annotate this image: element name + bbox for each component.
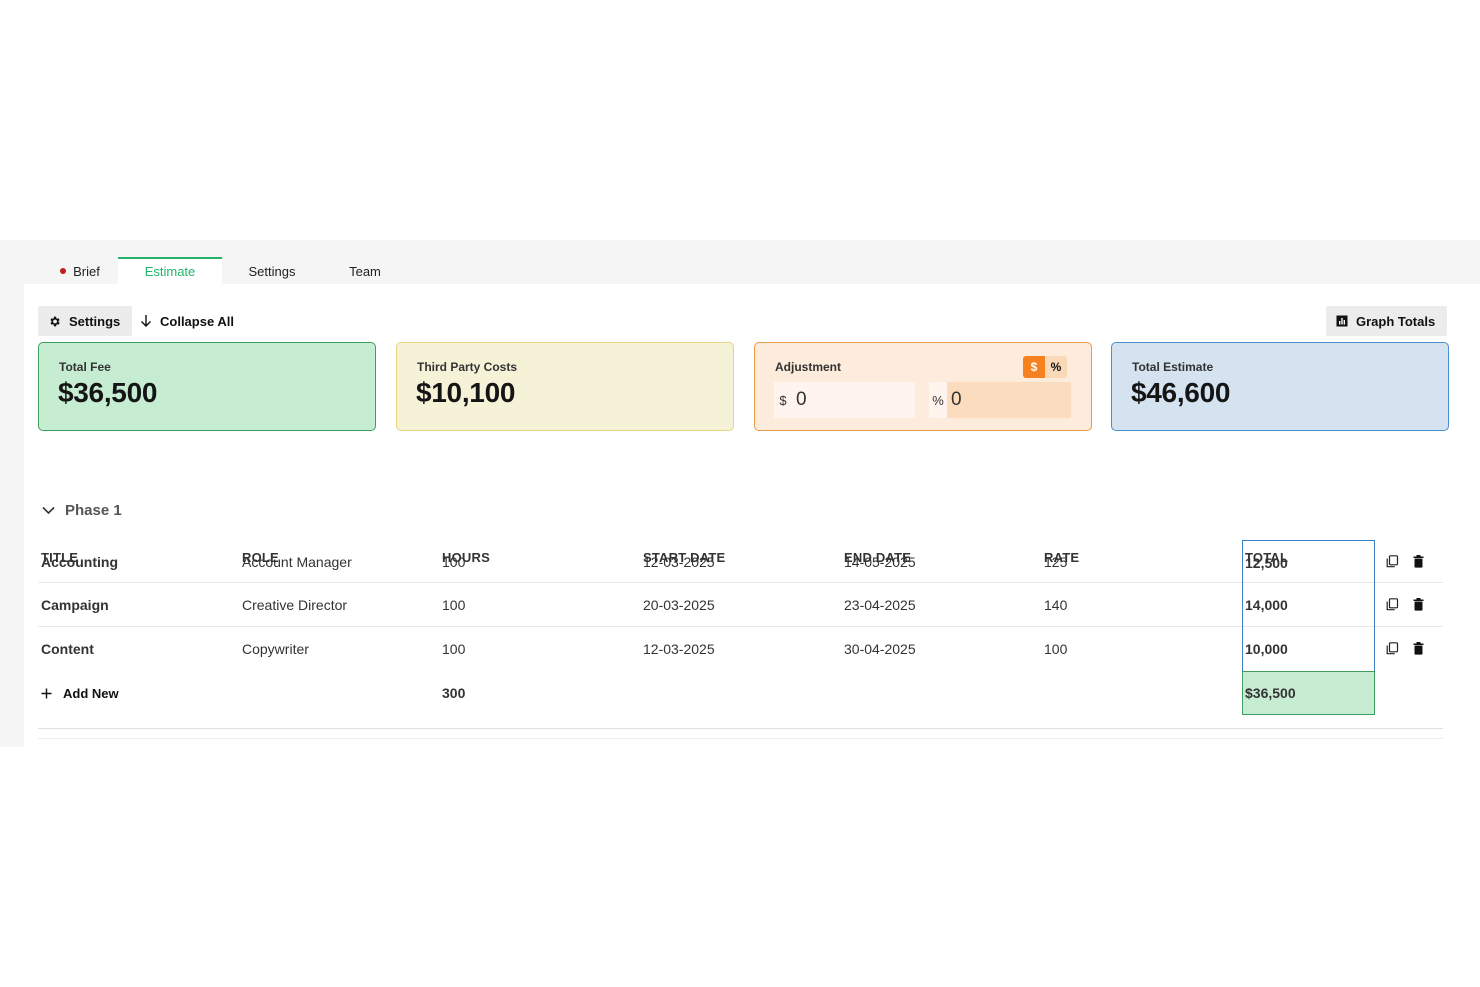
row-end-date[interactable]: 14-05-2025 [844, 540, 916, 584]
row-end-date[interactable]: 30-04-2025 [844, 627, 916, 671]
row-rate[interactable]: 125 [1044, 540, 1067, 584]
total-estimate-label: Total Estimate [1132, 360, 1214, 374]
plus-icon [41, 688, 52, 698]
row-title[interactable]: Content [41, 627, 94, 671]
add-new-button[interactable]: Add New [41, 671, 119, 715]
settings-button-label: Settings [69, 313, 121, 329]
tab-estimate[interactable]: Estimate [118, 257, 222, 284]
table-row[interactable]: Campaign Creative Director 100 20-03-202… [38, 583, 1443, 627]
chart-icon [1336, 315, 1348, 327]
graph-totals-button[interactable]: Graph Totals [1326, 306, 1448, 336]
divider [38, 728, 1443, 729]
row-start-date[interactable]: 12-03-2025 [643, 627, 715, 671]
total-fee-label: Total Fee [59, 360, 111, 374]
tab-brief[interactable]: Brief [50, 258, 110, 284]
total-estimate-value: $46,600 [1131, 377, 1231, 408]
row-title[interactable]: Campaign [41, 583, 109, 627]
duplicate-icon[interactable] [1384, 553, 1400, 569]
tab-bar: Brief Estimate Settings Team [24, 240, 1480, 284]
adjustment-dollar-input[interactable]: 0 [792, 382, 915, 418]
row-rate[interactable]: 100 [1044, 627, 1067, 671]
row-title[interactable]: Accounting [41, 540, 118, 584]
row-start-date[interactable]: 12-03-2025 [643, 540, 715, 584]
tab-settings[interactable]: Settings [236, 258, 308, 284]
gear-icon [50, 316, 60, 326]
tab-settings-label: Settings [248, 263, 296, 279]
status-dot [60, 268, 67, 274]
grand-total: $36,500 [1242, 671, 1375, 715]
dollar-prefix: $ [774, 382, 792, 418]
third-party-card: Third Party Costs $10,100 [396, 342, 734, 431]
table-row[interactable]: Content Copywriter 100 12-03-2025 30-04-… [38, 627, 1443, 671]
trash-icon[interactable] [1410, 640, 1426, 656]
total-fee-card: Total Fee $36,500 [38, 342, 376, 431]
percent-prefix: % [929, 382, 947, 418]
duplicate-icon[interactable] [1384, 640, 1400, 656]
chevron-down-icon [42, 506, 55, 515]
adjustment-label: Adjustment [775, 360, 841, 374]
estimate-app: Brief Estimate Settings Team Settings Co… [0, 240, 1480, 747]
row-total: 10,000 [1242, 627, 1375, 671]
row-role[interactable]: Copywriter [242, 627, 309, 671]
trash-icon[interactable] [1410, 596, 1426, 612]
adjustment-dollar-group: $ 0 [774, 382, 915, 418]
row-hours[interactable]: 100 [442, 540, 465, 584]
row-total: 12,500 [1242, 540, 1375, 584]
row-rate[interactable]: 140 [1044, 583, 1067, 627]
row-role[interactable]: Creative Director [242, 583, 347, 627]
phase-toggle[interactable]: Phase 1 [42, 502, 122, 519]
add-new-label: Add New [63, 685, 119, 701]
graph-totals-label: Graph Totals [1356, 313, 1436, 329]
adjustment-mode-toggle: $ % [1023, 356, 1067, 378]
third-party-value: $10,100 [416, 377, 516, 408]
adjustment-percent-group: % 0 [929, 382, 1071, 418]
adjustment-percent-input[interactable]: 0 [947, 382, 1071, 418]
divider [38, 738, 1443, 739]
row-hours[interactable]: 100 [442, 583, 465, 627]
toggle-percent[interactable]: % [1045, 356, 1067, 378]
row-start-date[interactable]: 20-03-2025 [643, 583, 715, 627]
estimate-panel: Settings Collapse All Graph Totals Total… [24, 284, 1480, 747]
row-hours[interactable]: 100 [442, 627, 465, 671]
phase-title: Phase 1 [65, 502, 122, 519]
collapse-all-label: Collapse All [160, 313, 234, 329]
row-end-date[interactable]: 23-04-2025 [844, 583, 916, 627]
total-fee-value: $36,500 [58, 377, 158, 408]
toggle-dollar[interactable]: $ [1023, 356, 1045, 378]
tab-team-label: Team [349, 263, 381, 279]
adjustment-card: Adjustment $ % $ 0 % 0 [754, 342, 1092, 431]
settings-button[interactable]: Settings [38, 306, 133, 336]
arrow-down-icon [141, 315, 151, 327]
row-total: 14,000 [1242, 583, 1375, 627]
tab-team[interactable]: Team [336, 258, 394, 284]
collapse-all-button[interactable]: Collapse All [140, 306, 234, 336]
third-party-label: Third Party Costs [417, 360, 518, 374]
totals-row: Add New 300 $36,500 [38, 671, 1443, 715]
tab-brief-label: Brief [73, 263, 100, 279]
row-role[interactable]: Account Manager [242, 540, 352, 584]
table-row[interactable]: Accounting Account Manager 100 12-03-202… [38, 539, 1443, 584]
trash-icon[interactable] [1410, 553, 1426, 569]
duplicate-icon[interactable] [1384, 596, 1400, 612]
total-estimate-card: Total Estimate $46,600 [1111, 342, 1449, 431]
tab-estimate-label: Estimate [144, 264, 196, 279]
hours-total: 300 [442, 685, 466, 701]
